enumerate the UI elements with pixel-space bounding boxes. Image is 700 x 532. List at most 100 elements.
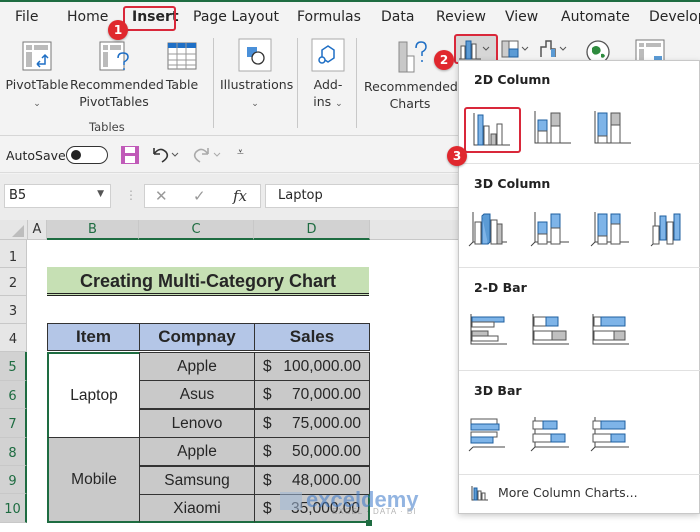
company-cell[interactable]: Xiaomi <box>139 494 255 523</box>
row-header[interactable]: 6 <box>0 381 27 409</box>
company-cell[interactable]: Lenovo <box>139 409 255 438</box>
company-cell[interactable]: Asus <box>139 380 255 409</box>
clustered-bar-icon <box>470 314 507 345</box>
ribbon-divider <box>297 38 298 128</box>
tab-view[interactable]: View <box>505 9 538 25</box>
3d-clustered-bar-option[interactable] <box>467 413 521 455</box>
ribbon-divider <box>356 38 357 128</box>
row-header[interactable]: 2 <box>0 268 27 296</box>
insert-waterfall-chart-button[interactable] <box>538 37 572 61</box>
redo-icon[interactable] <box>192 144 222 166</box>
sales-cell[interactable]: $75,000.00 <box>254 409 370 438</box>
clustered-column-option[interactable] <box>464 107 521 153</box>
table-button[interactable]: Table <box>162 40 202 93</box>
insert-tab-highlight <box>123 6 176 31</box>
customize-qat-icon[interactable]: ⩡ <box>237 145 244 160</box>
tab-file[interactable]: File <box>15 9 38 25</box>
3d-clustered-column-option[interactable] <box>467 208 521 250</box>
header-company[interactable]: Compnay <box>139 323 255 351</box>
item-cell-mobile[interactable]: Mobile <box>47 437 140 523</box>
save-icon[interactable] <box>120 145 140 165</box>
undo-icon[interactable] <box>150 144 180 166</box>
stacked-column-option[interactable] <box>529 107 583 149</box>
row-header[interactable]: 8 <box>0 438 27 466</box>
column-header-b[interactable]: B <box>47 220 139 240</box>
3d-stacked-column-option[interactable] <box>527 208 581 250</box>
fill-handle[interactable] <box>366 520 372 526</box>
step-badge-3: 3 <box>447 146 467 166</box>
3d-stacked-bar-option[interactable] <box>527 413 581 455</box>
hierarchy-chart-icon <box>501 40 529 58</box>
formula-input[interactable]: Laptop <box>265 184 465 208</box>
insert-function-button[interactable]: fx <box>233 187 247 205</box>
chevron-down-icon: ▼ <box>97 189 104 199</box>
column-header-e[interactable] <box>370 220 460 240</box>
addins-icon <box>311 38 345 72</box>
tables-group-label: Tables <box>89 120 125 134</box>
header-item[interactable]: Item <box>47 323 140 351</box>
stacked-bar-option[interactable] <box>527 310 581 352</box>
sheet-title-cell[interactable]: Creating Multi-Category Chart <box>47 267 369 296</box>
tab-data[interactable]: Data <box>381 9 414 25</box>
3d-clustered-bar-icon <box>468 418 505 452</box>
3d-column-icon <box>650 212 681 247</box>
pivottable-button[interactable]: PivotTable ⌄ <box>4 40 70 113</box>
column-chart-dropdown: 2D Column 3D Column 2-D Bar 3D Bar More … <box>458 60 700 514</box>
enter-icon[interactable]: ✓ <box>193 187 206 205</box>
stacked-bar-icon <box>532 314 569 345</box>
more-column-charts-link[interactable]: More Column Charts... <box>471 483 691 505</box>
3d-100-stacked-bar-option[interactable] <box>587 413 641 455</box>
tab-automate[interactable]: Automate <box>561 9 630 25</box>
column-header-c[interactable]: C <box>139 220 254 240</box>
sales-cell[interactable]: $100,000.00 <box>254 352 370 381</box>
clustered-bar-option[interactable] <box>467 310 521 352</box>
chevron-down-icon: ⌄ <box>251 99 259 109</box>
sales-cell[interactable]: $70,000.00 <box>254 380 370 409</box>
tab-home[interactable]: Home <box>67 9 108 25</box>
row-header[interactable]: 3 <box>0 296 27 324</box>
column-header-d[interactable]: D <box>254 220 370 240</box>
row-header[interactable]: 5 <box>0 352 27 381</box>
section-3d-column: 3D Column <box>459 164 700 268</box>
header-sales[interactable]: Sales <box>254 323 370 351</box>
select-all-button[interactable] <box>0 220 28 240</box>
sales-cell[interactable]: $50,000.00 <box>254 437 370 466</box>
formula-bar-grip-icon: ⋮ <box>125 188 137 202</box>
row-header[interactable]: 10 <box>0 494 27 523</box>
table-icon <box>167 42 197 70</box>
100-stacked-bar-option[interactable] <box>587 310 641 352</box>
illustrations-button[interactable]: Illustrations ⌄ <box>220 38 293 113</box>
row-header[interactable]: 9 <box>0 466 27 494</box>
100-stacked-column-option[interactable] <box>589 107 643 149</box>
cancel-icon[interactable]: ✕ <box>155 187 168 205</box>
company-cell[interactable]: Apple <box>139 437 255 466</box>
3d-clustered-column-icon <box>468 212 507 247</box>
autosave-label: AutoSave <box>6 148 66 163</box>
autosave-toggle[interactable] <box>66 146 108 164</box>
3d-stacked-bar-icon <box>530 417 569 452</box>
insert-hierarchy-chart-button[interactable] <box>500 37 534 61</box>
tab-developer[interactable]: Develop <box>649 9 700 25</box>
3d-column-option[interactable] <box>647 208 700 250</box>
tab-formulas[interactable]: Formulas <box>297 9 361 25</box>
exceldemy-watermark: exceldemy EXCEL · DATA · BI <box>280 487 419 516</box>
row-header[interactable]: 4 <box>0 324 27 352</box>
recommended-pivottables-button[interactable]: Recommended PivotTables <box>70 40 164 110</box>
company-cell[interactable]: Apple <box>139 352 255 381</box>
tab-review[interactable]: Review <box>436 9 486 25</box>
waterfall-chart-icon <box>540 40 567 57</box>
row-header[interactable]: 1 <box>0 240 27 268</box>
item-cell-laptop[interactable]: Laptop <box>47 352 140 438</box>
column-header-a[interactable]: A <box>28 220 47 240</box>
3d-100-stacked-column-option[interactable] <box>587 208 641 250</box>
3d-100-stacked-bar-icon <box>590 417 629 452</box>
3d-stacked-column-icon <box>530 212 569 247</box>
formula-buttons: ✕ ✓ fx <box>144 184 261 208</box>
pivottable-icon <box>22 41 52 71</box>
name-box[interactable]: B5 ▼ <box>4 184 111 208</box>
addins-button[interactable]: Add- ins ⌄ <box>306 38 350 113</box>
stacked-column-icon <box>534 111 571 144</box>
tab-page-layout[interactable]: Page Layout <box>193 9 279 25</box>
row-header[interactable]: 7 <box>0 409 27 438</box>
company-cell[interactable]: Samsung <box>139 466 255 495</box>
